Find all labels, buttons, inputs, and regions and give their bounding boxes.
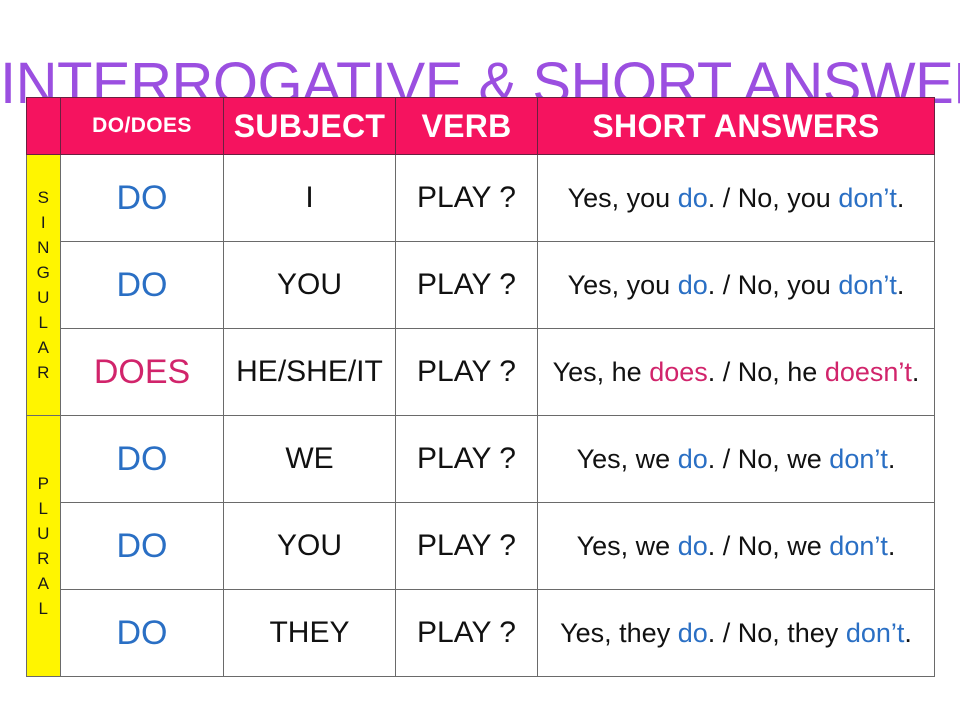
short-answer-fragment: . / No, you bbox=[707, 182, 839, 213]
cell-verb: PLAY ? bbox=[395, 589, 538, 677]
group-label-singular: SINGULAR bbox=[26, 154, 61, 416]
short-answer-fragment: . bbox=[896, 182, 905, 213]
short-answer-fragment: Yes, they bbox=[560, 617, 678, 648]
cell-verb: PLAY ? bbox=[395, 328, 538, 416]
cell-short-answer: Yes, they do. / No, they don’t. bbox=[537, 589, 935, 677]
short-answer-fragment: don’t bbox=[829, 443, 888, 474]
table-row: DO YOU PLAY ? Yes, we do. / No, we don’t. bbox=[27, 502, 935, 590]
short-answer-fragment: don’t bbox=[838, 182, 897, 213]
short-answer-fragment: . bbox=[911, 356, 920, 387]
short-answer-fragment: . bbox=[887, 443, 896, 474]
short-answer-fragment: . / No, you bbox=[707, 269, 839, 300]
short-answer-fragment: do bbox=[677, 617, 708, 648]
cell-auxiliary: DO bbox=[60, 589, 224, 677]
short-answer-fragment: don’t bbox=[829, 530, 888, 561]
header-corner-cell bbox=[26, 97, 61, 155]
group-label-letter: A bbox=[37, 574, 50, 593]
short-answer-fragment: . bbox=[896, 269, 905, 300]
group-label-letter: R bbox=[37, 363, 50, 382]
column-header-verb: VERB bbox=[395, 97, 538, 155]
cell-verb: PLAY ? bbox=[395, 415, 538, 503]
group-label-letter: L bbox=[38, 313, 49, 332]
group-label-letter: G bbox=[36, 263, 51, 282]
cell-auxiliary: DO bbox=[60, 154, 224, 242]
group-label-letter: U bbox=[37, 524, 50, 543]
group-label-letter: I bbox=[40, 213, 47, 232]
group-label-letter: A bbox=[37, 338, 50, 357]
short-answer-fragment: don’t bbox=[838, 269, 897, 300]
cell-verb: PLAY ? bbox=[395, 502, 538, 590]
group-label-letter: R bbox=[37, 549, 50, 568]
group-label-letter: L bbox=[38, 499, 49, 518]
cell-auxiliary: DO bbox=[60, 502, 224, 590]
column-header-do-does: DO/DOES bbox=[60, 97, 224, 155]
short-answer-fragment: does bbox=[649, 356, 708, 387]
table-row: P L U R A L DO WE PLAY ? Yes, we do. / No, we don… bbox=[26, 415, 935, 677]
cell-short-answer: Yes, we do. / No, we don’t. bbox=[537, 502, 935, 590]
cell-verb: PLAY ? bbox=[395, 241, 538, 329]
short-answer-fragment: . bbox=[904, 617, 912, 648]
short-answer-fragment: do bbox=[677, 182, 708, 213]
cell-short-answer: Yes, we do. / No, we don’t. bbox=[537, 415, 935, 503]
cell-subject: I bbox=[223, 154, 396, 242]
short-answer-fragment: . / No, we bbox=[707, 530, 830, 561]
short-answer-fragment: . / No, we bbox=[707, 443, 830, 474]
group-label-letter: S bbox=[37, 188, 50, 207]
table-row: DO THEY PLAY ? Yes, they do. / No, they don… bbox=[27, 589, 935, 677]
cell-short-answer: Yes, you do. / No, you don’t. bbox=[537, 241, 935, 329]
group-label-letter: U bbox=[37, 288, 50, 307]
table-row: S I N G U L A R DO I PLAY ? Yes, you do. / No, you … bbox=[26, 154, 935, 416]
short-answer-fragment: . bbox=[887, 530, 896, 561]
short-answer-fragment: do bbox=[677, 443, 708, 474]
cell-auxiliary: DO bbox=[60, 415, 224, 503]
cell-subject: YOU bbox=[223, 502, 396, 590]
table-row: DOES HE/SHE/IT PLAY ? Yes, he does. / No, h… bbox=[27, 328, 935, 416]
short-answer-fragment: Yes, he bbox=[552, 356, 650, 387]
table-header-row: DO/DOES SUBJECT VERB SHORT ANSWERS bbox=[26, 97, 935, 155]
cell-subject: THEY bbox=[223, 589, 396, 677]
short-answer-fragment: Yes, we bbox=[576, 443, 678, 474]
group-label-letter: N bbox=[37, 238, 50, 257]
short-answer-fragment: . / No, they bbox=[707, 617, 846, 648]
cell-subject: YOU bbox=[223, 241, 396, 329]
cell-auxiliary: DO bbox=[60, 241, 224, 329]
column-header-subject: SUBJECT bbox=[223, 97, 396, 155]
cell-verb: PLAY ? bbox=[395, 154, 538, 242]
short-answer-fragment: do bbox=[677, 530, 708, 561]
short-answer-fragment: don’t bbox=[845, 617, 905, 648]
cell-auxiliary: DOES bbox=[60, 328, 224, 416]
short-answer-fragment: Yes, you bbox=[567, 269, 678, 300]
short-answer-fragment: Yes, you bbox=[567, 182, 678, 213]
grammar-table: DO/DOES SUBJECT VERB SHORT ANSWERS SINGU… bbox=[26, 97, 935, 677]
short-answer-fragment: . / No, he bbox=[707, 356, 825, 387]
table-row: DO YOU PLAY ? Yes, you do. / No, you don’t. bbox=[27, 241, 935, 329]
group-label-letter: L bbox=[38, 599, 49, 618]
column-header-short-answers: SHORT ANSWERS bbox=[537, 97, 935, 155]
cell-subject: HE/SHE/IT bbox=[223, 328, 396, 416]
cell-subject: WE bbox=[223, 415, 396, 503]
cell-short-answer: Yes, he does. / No, he doesn’t. bbox=[537, 328, 935, 416]
short-answer-fragment: doesn’t bbox=[824, 356, 912, 387]
group-label-plural: PLURAL bbox=[26, 415, 61, 677]
cell-short-answer: Yes, you do. / No, you don’t. bbox=[537, 154, 935, 242]
table-body: S I N G U L A R DO I PLAY ? Yes, you do. / No, you … bbox=[26, 154, 935, 677]
group-label-letter: P bbox=[37, 474, 50, 493]
short-answer-fragment: Yes, we bbox=[576, 530, 678, 561]
short-answer-fragment: do bbox=[677, 269, 708, 300]
